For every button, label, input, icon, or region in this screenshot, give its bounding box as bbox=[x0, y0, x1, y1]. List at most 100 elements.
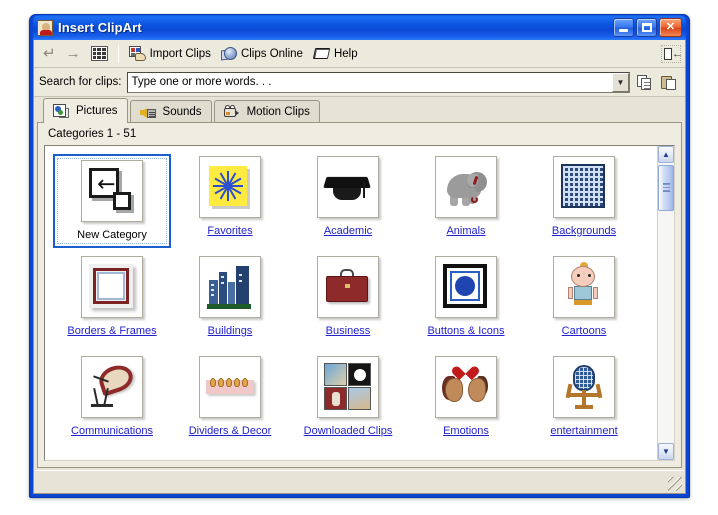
close-button[interactable]: ✕ bbox=[659, 18, 682, 37]
academic-icon bbox=[323, 162, 373, 212]
category-label: Borders & Frames bbox=[67, 325, 157, 337]
tab-motion-clips[interactable]: Motion Clips bbox=[213, 100, 320, 123]
help-label: Help bbox=[333, 47, 358, 60]
category-item-downloaded-clips[interactable]: Downloaded Clips bbox=[289, 354, 407, 454]
scrollbar-thumb[interactable] bbox=[658, 165, 674, 211]
categories-grid: ↖ New Category Favorites Academic Animal… bbox=[45, 146, 657, 460]
paste-button[interactable] bbox=[658, 72, 680, 93]
client-area: ↵ → Import Clips Clips Online Help ← Sea… bbox=[33, 40, 686, 494]
title-bar[interactable]: Insert ClipArt ✕ bbox=[33, 15, 686, 40]
back-button[interactable]: ↵ bbox=[38, 43, 61, 65]
category-count: Categories 1 - 51 bbox=[48, 128, 137, 140]
category-item-academic[interactable]: Academic bbox=[289, 154, 407, 254]
search-combo[interactable]: ▼ bbox=[127, 71, 630, 93]
category-label: New Category bbox=[77, 229, 147, 241]
category-thumbnail bbox=[199, 156, 261, 218]
communications-icon bbox=[87, 361, 137, 412]
import-clips-icon bbox=[128, 45, 147, 62]
search-input[interactable] bbox=[128, 72, 612, 92]
category-label: Backgrounds bbox=[551, 225, 617, 237]
import-clips-label: Import Clips bbox=[149, 47, 211, 60]
clipart-app-icon bbox=[37, 19, 53, 36]
category-thumbnail bbox=[435, 156, 497, 218]
window-title: Insert ClipArt bbox=[58, 20, 142, 35]
buildings-icon bbox=[205, 262, 255, 312]
all-categories-button[interactable] bbox=[86, 43, 113, 65]
category-item-business[interactable]: Business bbox=[289, 254, 407, 354]
new-category-icon: ↖ bbox=[87, 166, 137, 216]
category-label: Dividers & Decor bbox=[188, 425, 272, 437]
category-thumbnail bbox=[317, 356, 379, 418]
scrollbar-grip-icon bbox=[663, 183, 670, 192]
downloaded-clips-icon bbox=[323, 362, 373, 412]
category-item-cartoons[interactable]: Cartoons bbox=[525, 254, 643, 354]
tab-sounds[interactable]: Sounds bbox=[129, 100, 212, 123]
clips-online-label: Clips Online bbox=[240, 47, 303, 60]
back-arrow-icon: ↵ bbox=[43, 45, 56, 62]
emotions-icon bbox=[441, 362, 491, 412]
categories-panel: Categories 1 - 51 ↖ New Category Favorit… bbox=[37, 122, 682, 468]
category-item-favorites[interactable]: Favorites bbox=[171, 154, 289, 254]
tab-motion-clips-label: Motion Clips bbox=[246, 106, 310, 118]
category-item-buildings[interactable]: Buildings bbox=[171, 254, 289, 354]
motion-clips-icon bbox=[223, 104, 241, 120]
tab-pictures-label: Pictures bbox=[76, 105, 118, 117]
category-item-dividers-decor[interactable]: Dividers & Decor bbox=[171, 354, 289, 454]
category-thumbnail bbox=[553, 356, 615, 418]
buttons-icons-icon bbox=[441, 262, 491, 312]
category-item-buttons-icons[interactable]: Buttons & Icons bbox=[407, 254, 525, 354]
entertainment-icon bbox=[559, 362, 609, 412]
category-item-animals[interactable]: Animals bbox=[407, 154, 525, 254]
pictures-icon bbox=[53, 103, 70, 119]
tab-pictures[interactable]: Pictures bbox=[43, 98, 128, 123]
resize-grip[interactable] bbox=[668, 477, 682, 491]
favorites-icon bbox=[205, 162, 255, 212]
category-label: Favorites bbox=[207, 225, 253, 237]
toolbar-separator bbox=[117, 44, 119, 63]
vertical-scrollbar[interactable]: ▲ ▼ bbox=[657, 146, 674, 460]
change-window-size-button[interactable]: ← bbox=[661, 44, 683, 63]
category-label: Downloaded Clips bbox=[303, 425, 393, 437]
category-label: Cartoons bbox=[561, 325, 607, 337]
categories-list: ↖ New Category Favorites Academic Animal… bbox=[44, 145, 675, 461]
category-item-backgrounds[interactable]: Backgrounds bbox=[525, 154, 643, 254]
scroll-down-icon: ▼ bbox=[662, 447, 670, 456]
cartoons-icon bbox=[559, 262, 609, 312]
category-thumbnail bbox=[435, 356, 497, 418]
scroll-down-button[interactable]: ▼ bbox=[658, 443, 674, 460]
minimize-button[interactable] bbox=[613, 18, 634, 37]
help-button[interactable]: Help bbox=[308, 43, 363, 65]
category-thumbnail bbox=[317, 156, 379, 218]
category-label: Buttons & Icons bbox=[427, 325, 505, 337]
scroll-up-button[interactable]: ▲ bbox=[658, 146, 674, 163]
category-thumbnail bbox=[435, 256, 497, 318]
help-book-icon bbox=[312, 47, 331, 61]
category-item-borders-frames[interactable]: Borders & Frames bbox=[53, 254, 171, 354]
clips-online-button[interactable]: Clips Online bbox=[216, 43, 308, 65]
caption-buttons: ✕ bbox=[613, 18, 684, 37]
toolbar: ↵ → Import Clips Clips Online Help ← bbox=[34, 40, 685, 68]
search-label: Search for clips: bbox=[39, 76, 122, 88]
category-label: Animals bbox=[446, 225, 486, 237]
category-thumbnail bbox=[81, 256, 143, 318]
scrollbar-track[interactable] bbox=[658, 163, 674, 443]
animals-icon bbox=[441, 162, 491, 212]
chevron-down-icon[interactable]: ▼ bbox=[612, 72, 629, 92]
category-thumbnail bbox=[553, 156, 615, 218]
category-item-new-category[interactable]: ↖ New Category bbox=[53, 154, 171, 248]
paste-icon bbox=[661, 75, 677, 90]
sounds-icon bbox=[139, 105, 157, 120]
category-label: Academic bbox=[323, 225, 373, 237]
forward-button[interactable]: → bbox=[61, 43, 86, 65]
import-clips-button[interactable]: Import Clips bbox=[124, 43, 216, 65]
copy-button[interactable] bbox=[633, 72, 655, 93]
category-item-entertainment[interactable]: entertainment bbox=[525, 354, 643, 454]
category-thumbnail bbox=[317, 256, 379, 318]
maximize-button[interactable] bbox=[636, 18, 657, 37]
forward-arrow-icon: → bbox=[65, 45, 81, 62]
copy-icon bbox=[636, 74, 652, 90]
category-label: Buildings bbox=[207, 325, 253, 337]
category-item-communications[interactable]: Communications bbox=[53, 354, 171, 454]
category-item-emotions[interactable]: Emotions bbox=[407, 354, 525, 454]
category-thumbnail bbox=[199, 256, 261, 318]
